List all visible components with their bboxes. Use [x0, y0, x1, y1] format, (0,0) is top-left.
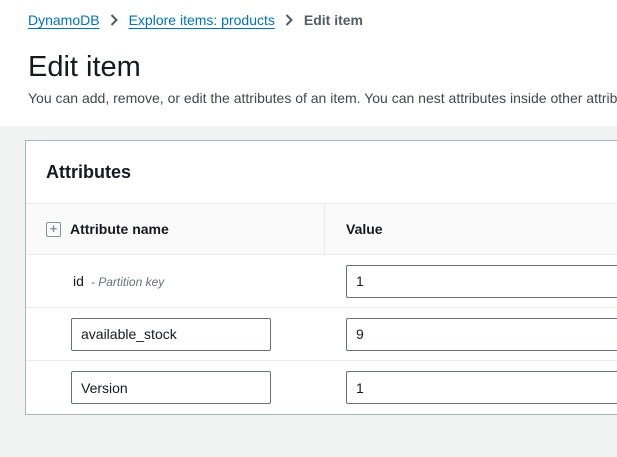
value-input[interactable]	[346, 317, 617, 351]
breadcrumb-separator-icon	[110, 14, 119, 26]
column-divider	[324, 204, 325, 254]
attribute-name-input[interactable]	[71, 317, 271, 351]
expand-all-icon[interactable]	[46, 221, 61, 237]
attributes-panel-header: Attributes	[26, 141, 617, 204]
attribute-name-cell: id - Partition key	[46, 273, 324, 289]
breadcrumb-separator-icon	[285, 14, 294, 26]
value-input[interactable]	[346, 371, 617, 404]
page-title: Edit item	[28, 51, 141, 83]
breadcrumb-current-page: Edit item	[303, 12, 364, 28]
partition-key-suffix: - Partition key	[90, 275, 165, 289]
table-row	[26, 308, 617, 361]
attributes-table-header: Attribute name Value	[26, 204, 617, 255]
value-cell	[324, 371, 617, 404]
value-column-label: Value	[346, 221, 383, 237]
attribute-name-column-label: Attribute name	[70, 221, 169, 237]
table-row: id - Partition key	[26, 255, 617, 308]
attribute-name-label: id	[73, 273, 84, 289]
panel-title: Attributes	[46, 162, 131, 182]
table-row	[26, 361, 617, 414]
page-header: DynamoDB Explore items: products Edit it…	[0, 0, 617, 126]
page-description: You can add, remove, or edit the attribu…	[28, 90, 617, 106]
attribute-name-cell	[46, 371, 324, 404]
attributes-panel: Attributes Attribute name Value id - Par…	[25, 140, 617, 415]
value-cell	[324, 264, 617, 298]
breadcrumb: DynamoDB Explore items: products Edit it…	[28, 12, 617, 28]
attribute-name-column-header: Attribute name	[46, 204, 324, 254]
breadcrumb-link-dynamodb[interactable]: DynamoDB	[28, 12, 100, 28]
breadcrumb-link-explore-items[interactable]: Explore items: products	[129, 12, 275, 28]
value-input[interactable]	[346, 264, 617, 298]
attribute-name-input[interactable]	[71, 371, 271, 404]
value-cell	[324, 317, 617, 351]
attribute-name-cell	[46, 317, 324, 351]
